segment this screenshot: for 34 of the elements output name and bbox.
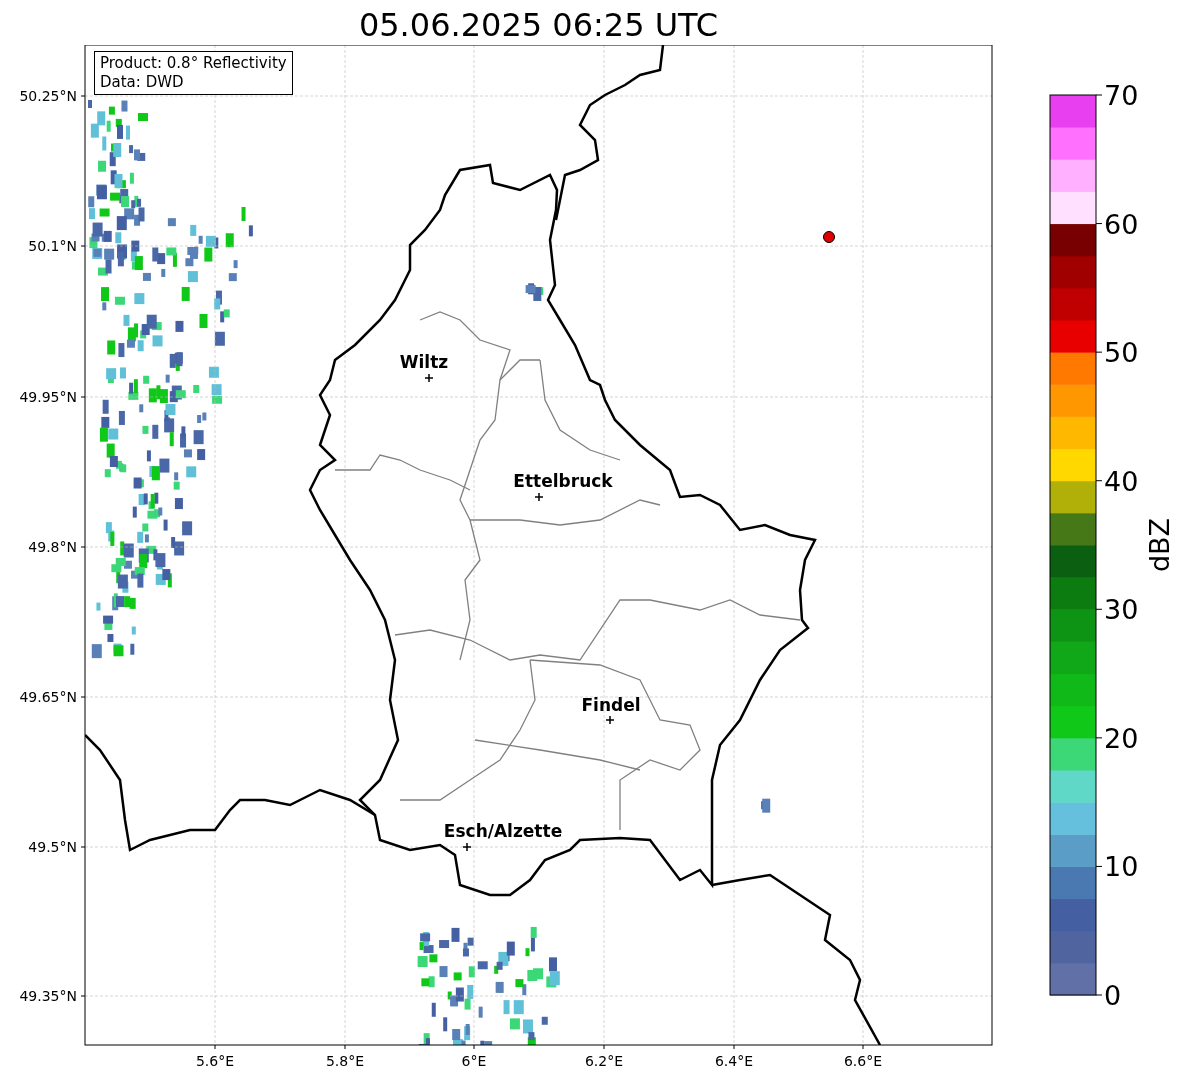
city-marker-icon bbox=[462, 842, 472, 852]
colorbar-tick-label: 40 bbox=[1104, 465, 1139, 497]
info-text: Data: DWD bbox=[100, 73, 185, 92]
colorbar-tick-label: 20 bbox=[1104, 722, 1139, 754]
longitude-tick-label: 5.6°E bbox=[195, 1053, 235, 1069]
longitude-tick-label: 6.6°E bbox=[843, 1053, 883, 1069]
colorbar-label: dBZ bbox=[1144, 517, 1175, 573]
colorbar-tick-label: 10 bbox=[1104, 851, 1139, 883]
longitude-tick-label: 6.4°E bbox=[714, 1053, 754, 1069]
city-label: Findel bbox=[581, 695, 641, 715]
colorbar-tick-label: 0 bbox=[1104, 980, 1122, 1011]
latitude-tick-label: 50.25°N bbox=[19, 88, 77, 104]
info-text: Product: 0.8° Reflectivity bbox=[100, 54, 287, 73]
longitude-tick-label: 6°E bbox=[461, 1053, 487, 1069]
colorbar-tick-label: 70 bbox=[1104, 80, 1139, 111]
city-label: Esch/Alzette bbox=[443, 821, 563, 841]
latitude-tick-label: 49.5°N bbox=[28, 839, 77, 855]
city-marker-icon bbox=[424, 373, 434, 383]
longitude-tick-label: 6.2°E bbox=[584, 1053, 624, 1069]
colorbar-tick-label: 30 bbox=[1104, 594, 1139, 626]
latitude-tick-label: 49.8°N bbox=[28, 539, 77, 555]
chart-title: 05.06.2025 06:25 UTC bbox=[357, 5, 720, 45]
latitude-tick-label: 49.65°N bbox=[19, 689, 77, 705]
station-marker-icon bbox=[823, 231, 835, 243]
colorbar-tick-label: 50 bbox=[1104, 337, 1139, 369]
latitude-tick-label: 49.35°N bbox=[19, 988, 77, 1004]
city-marker-icon bbox=[534, 492, 544, 502]
colorbar-tick-label: 60 bbox=[1104, 208, 1139, 240]
city-label: Wiltz bbox=[399, 352, 449, 372]
longitude-tick-label: 5.8°E bbox=[325, 1053, 365, 1069]
city-label: Ettelbruck bbox=[513, 471, 613, 491]
latitude-tick-label: 50.1°N bbox=[28, 238, 77, 254]
city-marker-icon bbox=[605, 715, 615, 725]
latitude-tick-label: 49.95°N bbox=[19, 389, 77, 405]
